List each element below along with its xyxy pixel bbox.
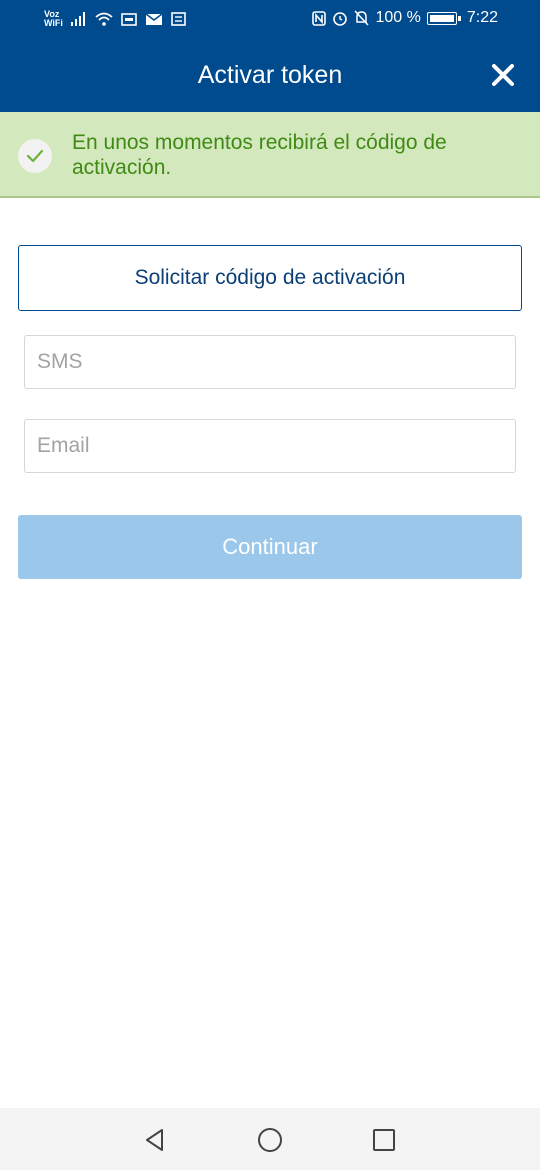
status-right: 100 % 7:22: [312, 9, 498, 27]
sms-input[interactable]: [25, 336, 515, 388]
clock: 7:22: [466, 9, 498, 26]
system-nav-bar: [0, 1108, 540, 1170]
sms-field-container: [24, 335, 516, 389]
mute-icon: [354, 10, 370, 26]
request-code-button[interactable]: Solicitar código de activación: [18, 245, 522, 311]
app-bar: Activar token: [0, 40, 540, 112]
battery-icon: [426, 11, 461, 25]
status-bar: Voz WiFi 100 % 7:22: [0, 0, 540, 40]
recents-icon[interactable]: [369, 1125, 399, 1155]
email-field-container: [24, 419, 516, 473]
mail-icon: [145, 12, 163, 25]
sim-icon: [121, 12, 137, 26]
wifi-icon: [95, 12, 113, 26]
signal-icon: [70, 12, 85, 26]
alarm-icon: [333, 12, 348, 26]
home-icon[interactable]: [255, 1125, 285, 1155]
page-title: Activar token: [197, 61, 343, 89]
close-icon[interactable]: [490, 62, 516, 88]
carrier-bottom: WiFi: [44, 18, 63, 28]
status-left: Voz WiFi: [44, 10, 186, 28]
continue-button[interactable]: Continuar: [18, 515, 522, 579]
success-toast: En unos momentos recibirá el código de a…: [0, 112, 540, 198]
back-icon[interactable]: [140, 1125, 170, 1155]
battery-percent: 100 %: [375, 9, 421, 26]
nfc-icon: [312, 10, 327, 26]
toast-message: En unos momentos recibirá el código de a…: [72, 131, 447, 179]
check-icon: [26, 149, 44, 163]
notification-icon: [171, 12, 186, 26]
email-input[interactable]: [25, 420, 515, 472]
voz-wifi-label: Voz WiFi: [44, 10, 63, 28]
check-circle-icon: [18, 139, 52, 173]
